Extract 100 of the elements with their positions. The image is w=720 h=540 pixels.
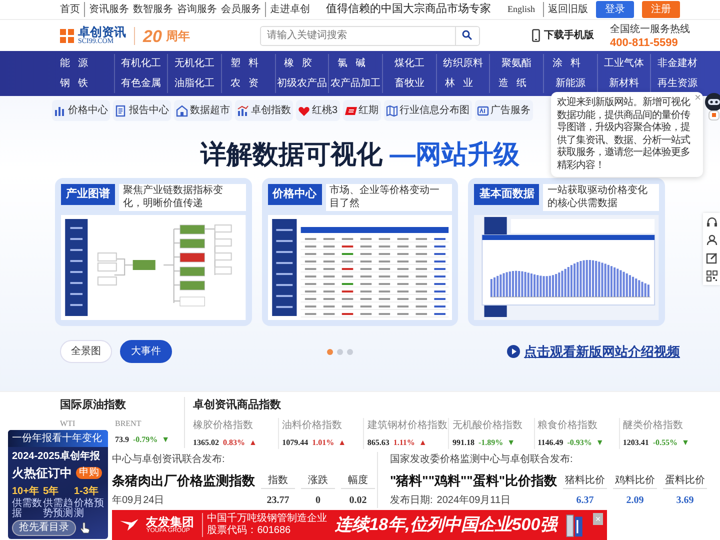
logo-icon xyxy=(60,28,74,42)
tool-link[interactable]: 广告服务 xyxy=(474,100,533,121)
category-link[interactable]: 涂料 xyxy=(543,54,597,74)
table-cell-text: 0.02 xyxy=(348,494,368,508)
index-title: 条猪肉出厂价格监测指数 xyxy=(112,472,255,490)
index-title: "猪料""鸡料""蛋料"比价指数 xyxy=(390,472,557,490)
tab-button[interactable]: 全景图 xyxy=(60,340,112,364)
app-download-link[interactable]: 下载手机版 xyxy=(532,28,594,43)
category-link[interactable]: 氯碱 xyxy=(328,54,382,74)
carousel-dot[interactable] xyxy=(336,348,342,355)
category-link[interactable]: 煤化工 xyxy=(382,54,436,74)
video-link[interactable]: 点击观看新版网站介绍视频 xyxy=(524,342,680,362)
card-tag: 价格中心 xyxy=(268,184,322,205)
index-name: WTI xyxy=(60,418,76,430)
trend-arrow: ▼ xyxy=(682,436,690,448)
index-name: 醚类价格指数 xyxy=(622,418,684,432)
nav-link-item[interactable]: 会员服务 xyxy=(221,2,261,17)
phone-icon xyxy=(532,29,540,42)
category-link[interactable]: 橡胶 xyxy=(274,54,328,74)
chart-icon xyxy=(237,104,249,116)
banner-slogan: 连续18年,位列中国企业500强 xyxy=(335,514,558,536)
category-link[interactable]: 有色金属 xyxy=(114,74,168,93)
index-value: 73.9 xyxy=(115,434,129,446)
tool-link[interactable]: 价格中心 xyxy=(52,100,110,121)
category-link[interactable]: 聚氨酯 xyxy=(489,54,543,74)
index-change: -0.79% xyxy=(133,434,158,446)
anniversary-number: 20 xyxy=(143,28,162,44)
tool-link[interactable]: 卓创指数 xyxy=(235,100,293,121)
category-link[interactable]: 林业 xyxy=(436,74,490,93)
hero-title-highlight: —网站升级 xyxy=(390,139,520,169)
index-value: 1365.02 xyxy=(193,436,219,448)
trend-arrow: ▼ xyxy=(162,434,170,446)
catalog-button[interactable]: 抢先看目录 xyxy=(12,520,76,536)
section-title: 卓创资讯商品指数 xyxy=(193,398,282,413)
tab-button[interactable]: 大事件 xyxy=(120,340,172,364)
side-tool-button[interactable] xyxy=(703,249,720,267)
source-text: 中心与卓创资讯联合发布: xyxy=(112,452,226,467)
heart-icon xyxy=(298,104,310,116)
index-name: BRENT xyxy=(115,418,142,430)
user-icon xyxy=(706,234,718,246)
play-icon[interactable] xyxy=(507,345,520,358)
feature-number: 10+年 xyxy=(12,484,40,498)
section-title: 国际原油指数 xyxy=(60,398,127,413)
search-field[interactable]: 请输入关键词搜索 xyxy=(260,26,480,46)
document-icon xyxy=(115,104,127,116)
category-link[interactable]: 畜牧业 xyxy=(382,74,436,93)
hand-cursor-icon xyxy=(80,522,90,534)
category-link[interactable]: 钢铁 xyxy=(60,74,114,93)
search-icon xyxy=(462,30,472,40)
banner-tagline: 中国千万吨级钢管制造企业 xyxy=(207,513,328,525)
old-version-link[interactable]: 返回旧版 xyxy=(542,2,588,17)
carousel-dot[interactable] xyxy=(326,348,332,355)
side-tool-button[interactable] xyxy=(703,267,720,285)
language-link[interactable]: English xyxy=(507,2,535,16)
carousel-dot[interactable] xyxy=(346,348,352,355)
tool-link[interactable]: 行业信息分布图 xyxy=(384,100,472,121)
index-value: 1079.44 xyxy=(282,436,308,448)
nav-link-item[interactable]: 走进卓创 xyxy=(265,2,310,17)
login-button[interactable]: 登录 xyxy=(596,1,634,18)
feature-number: 5年 xyxy=(43,484,60,498)
category-link[interactable]: 农产品加工 xyxy=(328,74,382,93)
category-link[interactable]: 无机化工 xyxy=(167,54,221,74)
table-cell-text: 0 xyxy=(314,494,322,508)
anniversary-text: 周年 xyxy=(166,28,190,44)
category-link[interactable]: 纺织原料 xyxy=(436,54,490,74)
site-tagline: 值得信赖的中国大宗商品市场专家 xyxy=(326,2,492,18)
stock-code: 股票代码：601686 xyxy=(207,525,292,537)
category-link[interactable]: 油脂化工 xyxy=(167,74,221,93)
ad-panel[interactable]: 一份年报看十年变化 2024-2025卓创年报 火热征订中 申购 10+年 供需数据 5年 供需趋势预测 1-3年 价格预测 抢先看目录 xyxy=(8,430,108,539)
index-change: 1.11% xyxy=(393,436,415,448)
ad-title: 2024-2025卓创年报 xyxy=(12,450,101,464)
hero-title: 详解数据可视化 xyxy=(200,139,382,169)
tool-link[interactable]: 数据超市 xyxy=(174,100,232,121)
category-link[interactable]: 工业气体 xyxy=(596,54,650,74)
category-link[interactable]: 塑料 xyxy=(221,54,275,74)
category-link[interactable]: 能源 xyxy=(60,54,114,74)
bar-chart-icon xyxy=(54,104,66,116)
tool-link[interactable]: 红桃3 xyxy=(296,100,340,121)
nav-link-item[interactable]: 首页 xyxy=(60,2,80,17)
category-link[interactable]: 非金建材 xyxy=(650,54,704,74)
category-link[interactable]: 有机化工 xyxy=(114,54,168,74)
index-change: 0.83% xyxy=(223,436,245,448)
edit-icon xyxy=(706,252,718,264)
trend-arrow: ▼ xyxy=(596,436,604,448)
nav-link-item[interactable]: 资讯服务 xyxy=(84,2,129,17)
tool-link[interactable]: 报告中心 xyxy=(113,100,171,121)
nav-link-item[interactable]: 咨询服务 xyxy=(177,2,217,17)
category-link[interactable]: 造纸 xyxy=(489,74,543,93)
robot-icon xyxy=(704,93,720,121)
index-value: 1203.41 xyxy=(622,436,649,448)
tool-link[interactable]: 红期 xyxy=(342,100,381,121)
date-label: 发布日期: xyxy=(390,494,433,508)
search-button[interactable] xyxy=(454,26,479,44)
map-icon xyxy=(386,104,398,116)
category-link[interactable]: 初级农产品 xyxy=(274,74,328,93)
feature-label: 供需数据 xyxy=(12,499,42,520)
table-cell-text: 3.69 xyxy=(675,494,695,508)
side-tool-button[interactable] xyxy=(703,213,720,231)
category-link[interactable]: 农资 xyxy=(221,74,275,93)
nav-link-item[interactable]: 数智服务 xyxy=(133,2,173,17)
